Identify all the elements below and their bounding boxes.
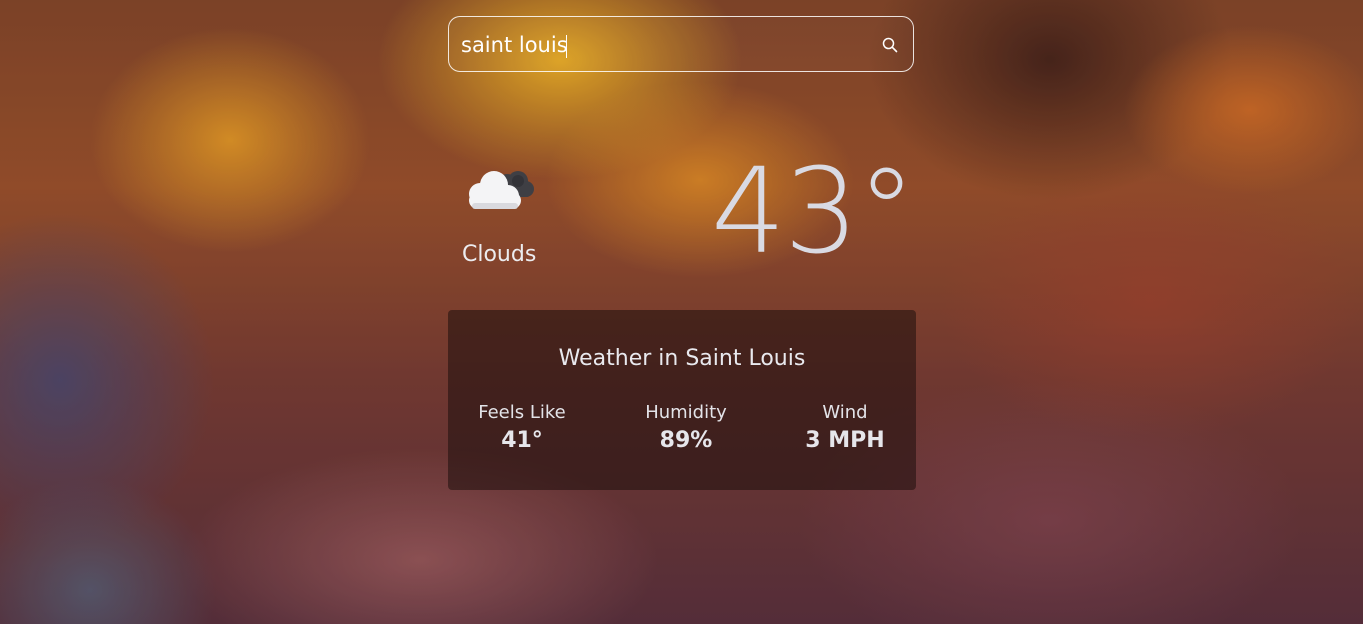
stat-wind: Wind 3 MPH bbox=[765, 400, 925, 456]
stat-label: Wind bbox=[822, 402, 868, 423]
panel-title: Weather in Saint Louis bbox=[558, 346, 806, 371]
stat-value: 3 MPH bbox=[805, 428, 885, 453]
search-icon[interactable] bbox=[881, 36, 899, 54]
temperature-readout: 43° bbox=[710, 142, 916, 280]
condition-label: Clouds bbox=[462, 242, 537, 267]
stat-value: 41° bbox=[501, 428, 543, 453]
cloud-icon bbox=[460, 164, 536, 216]
stat-humidity: Humidity 89% bbox=[606, 400, 766, 456]
stat-feels-like: Feels Like 41° bbox=[442, 400, 602, 456]
stat-value: 89% bbox=[659, 428, 713, 453]
text-caret bbox=[566, 35, 567, 58]
search-input[interactable] bbox=[461, 31, 871, 59]
stat-label: Humidity bbox=[645, 402, 727, 423]
weather-details-panel: Weather in Saint Louis Feels Like 41° Hu… bbox=[448, 310, 916, 490]
search-box[interactable] bbox=[448, 16, 914, 72]
stat-label: Feels Like bbox=[478, 402, 566, 423]
